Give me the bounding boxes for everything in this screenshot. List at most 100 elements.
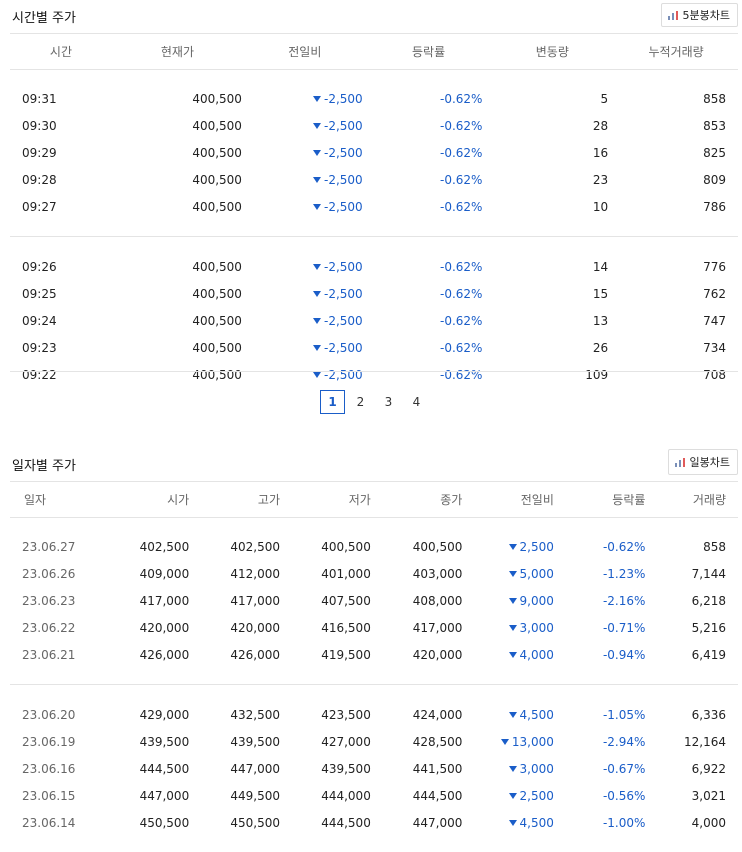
spacer-cell (10, 221, 738, 237)
cell-close: 444,500 (412, 789, 463, 804)
cell-date: 23.06.20 (22, 707, 76, 722)
bar-chart-icon (674, 457, 685, 467)
cell-high: 420,000 (230, 621, 281, 636)
cell-volume-change: 28 (592, 118, 609, 133)
cell-cumulative-volume: 776 (703, 259, 726, 274)
spacer-cell (10, 686, 738, 701)
down-triangle-icon (508, 765, 517, 772)
cell-cumulative-volume: 734 (703, 341, 726, 356)
cell-volume: 7,144 (691, 566, 726, 581)
spacer-row (10, 238, 738, 253)
page-1[interactable]: 1 (320, 390, 345, 414)
col-header-change: 전일비 (463, 481, 555, 518)
daily-title: 일자별 주가 (12, 459, 76, 474)
table-row: 23.06.14 450,500 450,500 444,500 447,000 4,50… (10, 810, 738, 837)
table-row: 23.06.27 402,500 402,500 400,500 400,500 2,50… (10, 533, 738, 560)
down-triangle-icon (313, 204, 321, 211)
cell-volume: 858 (703, 539, 726, 554)
cell-change: 2,500 (463, 533, 555, 560)
cell-close: 447,000 (412, 816, 463, 831)
cell-price: 400,500 (192, 200, 242, 215)
cell-cumulative-volume: 858 (703, 91, 726, 106)
table-row: 09:31 400,500 -2,500 -0.62% 5 858 (10, 85, 738, 112)
cell-time: 09:25 (22, 286, 57, 301)
page-3[interactable]: 3 (376, 390, 401, 414)
cell-high: 450,500 (230, 816, 281, 831)
spacer-row (10, 221, 738, 237)
cell-open: 450,500 (139, 816, 190, 831)
cell-date: 23.06.14 (22, 816, 76, 831)
col-header-rate: 등락률 (366, 33, 491, 70)
cell-high: 426,000 (230, 648, 281, 663)
cell-low: 419,500 (321, 648, 371, 663)
cell-change: -2,500 (243, 307, 367, 334)
col-header-time: 시간 (10, 33, 112, 70)
hourly-bottom-divider (10, 371, 738, 372)
cell-rate: -2.94% (602, 734, 646, 749)
change-value: 3,000 (519, 621, 554, 636)
change-value: 2,500 (519, 539, 554, 554)
col-header-rate: 등락률 (554, 481, 647, 518)
table-row: 23.06.20 429,000 432,500 423,500 424,000 4,50… (10, 701, 738, 728)
cell-high: 447,000 (230, 761, 281, 776)
cell-close: 403,000 (412, 566, 463, 581)
spacer-row (10, 669, 738, 685)
change-value: -2,500 (324, 341, 363, 356)
down-triangle-icon (508, 625, 517, 632)
daily-price-table: 일자 시가 고가 저가 종가 전일비 등락률 거래량 23.06.27 402,5… (10, 481, 738, 852)
change-value: -2,500 (324, 313, 363, 328)
change-value: 13,000 (511, 734, 554, 749)
col-header-price: 현재가 (111, 33, 243, 70)
cell-high: 402,500 (230, 539, 281, 554)
daily-chart-label: 일봉차트 (689, 456, 730, 469)
cell-time: 09:24 (22, 313, 57, 328)
down-triangle-icon (313, 177, 321, 184)
cell-change: 2,500 (463, 783, 555, 810)
col-header-volume-change: 변동량 (490, 33, 615, 70)
cell-high: 449,500 (230, 789, 281, 804)
daily-chart-button[interactable]: 일봉차트 (667, 449, 738, 475)
change-value: -2,500 (324, 145, 363, 160)
table-row: 09:23 400,500 -2,500 -0.62% 26 734 (10, 335, 738, 362)
cell-time: 09:27 (22, 200, 57, 215)
cell-volume-change: 109 (585, 368, 609, 383)
spacer-cell (10, 238, 738, 253)
cell-change: -2,500 (243, 335, 367, 362)
page-4[interactable]: 4 (404, 390, 429, 414)
cell-price: 400,500 (192, 173, 242, 188)
cell-price: 400,500 (192, 91, 242, 106)
cell-open: 439,500 (139, 734, 190, 749)
table-row: 09:27 400,500 -2,500 -0.62% 10 786 (10, 194, 738, 221)
cell-volume: 6,922 (691, 761, 726, 776)
five-min-chart-label: 5분봉차트 (682, 9, 730, 22)
cell-volume-change: 26 (592, 341, 609, 356)
daily-header-row: 일자 시가 고가 저가 종가 전일비 등락률 거래량 (10, 481, 738, 518)
cell-rate: -0.62% (439, 368, 483, 383)
cell-volume: 6,218 (691, 593, 726, 608)
spacer-cell (10, 518, 738, 534)
cell-volume-change: 23 (592, 173, 609, 188)
cell-volume: 6,336 (691, 707, 726, 722)
cell-rate: -0.62% (439, 313, 483, 328)
cell-rate: -0.56% (602, 789, 646, 804)
cell-rate: -2.16% (602, 593, 646, 608)
cell-rate: -0.62% (439, 145, 483, 160)
cell-low: 401,000 (321, 566, 371, 581)
cell-change: 9,000 (463, 587, 555, 614)
cell-open: 426,000 (139, 648, 190, 663)
cell-close: 400,500 (412, 539, 463, 554)
five-min-chart-button[interactable]: 5분봉차트 (660, 3, 738, 27)
cell-change: -2,500 (243, 194, 367, 221)
down-triangle-icon (313, 290, 321, 297)
page-2[interactable]: 2 (348, 390, 373, 414)
cell-volume: 12,164 (684, 734, 726, 749)
cell-volume: 5,216 (691, 621, 726, 636)
cell-low: 416,500 (321, 621, 371, 636)
down-triangle-icon (313, 95, 321, 102)
down-triangle-icon (508, 543, 517, 550)
cell-open: 420,000 (139, 621, 190, 636)
cell-price: 400,500 (192, 286, 242, 301)
hourly-header-row: 시간 현재가 전일비 등락률 변동량 누적거래량 (10, 33, 738, 70)
cell-cumulative-volume: 786 (703, 200, 726, 215)
cell-close: 417,000 (412, 621, 463, 636)
